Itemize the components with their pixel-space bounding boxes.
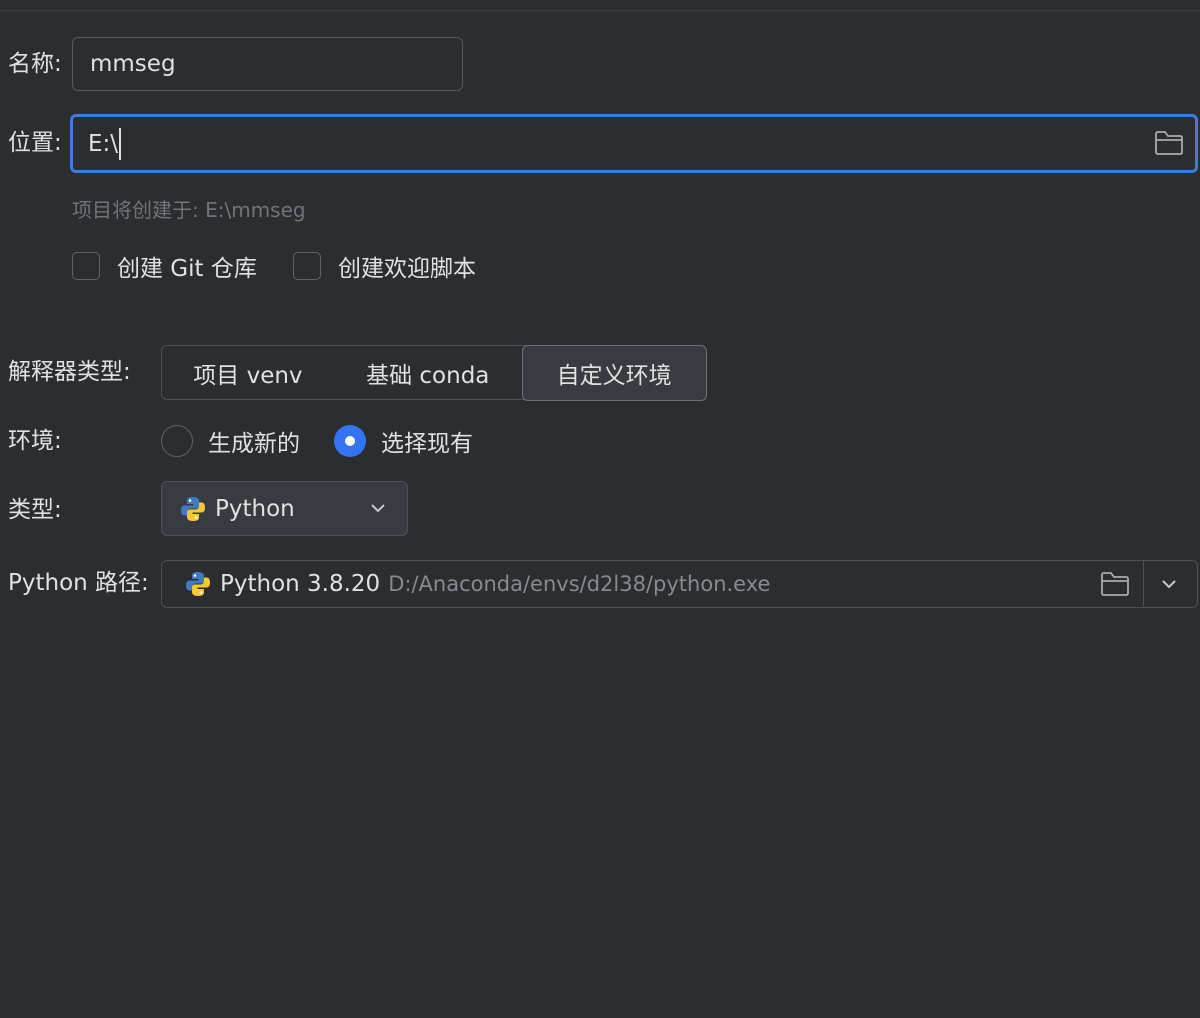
python-icon [181, 496, 205, 521]
python-executable-path: D:/Anaconda/envs/d2l38/python.exe [388, 572, 771, 596]
segment-base-conda[interactable]: 基础 conda [334, 346, 522, 399]
folder-icon[interactable] [1154, 130, 1184, 156]
checkbox-box[interactable] [72, 252, 100, 280]
name-label: 名称: [8, 51, 62, 77]
project-location-hint: 项目将创建于: E:\mmseg [72, 198, 306, 222]
radio-label: 生成新的 [208, 431, 300, 457]
create-git-checkbox[interactable]: 创建 Git 仓库 [72, 249, 257, 283]
interpreter-type-label: 解释器类型: [8, 359, 131, 385]
segment-custom-environment[interactable]: 自定义环境 [521, 344, 707, 401]
python-path-combo[interactable]: Python 3.8.20 D:/Anaconda/envs/d2l38/pyt… [161, 560, 1198, 608]
top-divider [0, 0, 1200, 11]
text-caret [119, 127, 122, 160]
radio-label: 选择现有 [381, 431, 473, 457]
type-dropdown[interactable]: Python [161, 481, 408, 536]
location-value: E:\ [88, 130, 119, 157]
interpreter-type-segmented: 项目 venv 基础 conda 自定义环境 [161, 344, 707, 401]
chevron-down-icon[interactable] [1161, 578, 1177, 590]
checkbox-label: 创建欢迎脚本 [338, 256, 476, 282]
radio-circle-checked[interactable] [334, 425, 366, 457]
radio-generate-new[interactable]: 生成新的 [161, 424, 300, 458]
divider [1143, 561, 1144, 606]
radio-select-existing[interactable]: 选择现有 [334, 424, 473, 458]
chevron-down-icon[interactable] [370, 502, 386, 514]
folder-icon[interactable] [1100, 571, 1130, 597]
location-field[interactable]: E:\ [70, 114, 1198, 173]
create-welcome-script-checkbox[interactable]: 创建欢迎脚本 [293, 249, 476, 283]
type-value: Python [215, 495, 295, 522]
name-field[interactable]: mmseg [72, 37, 463, 91]
location-label: 位置: [8, 130, 62, 156]
python-icon [186, 572, 210, 596]
checkbox-label: 创建 Git 仓库 [117, 256, 257, 282]
environment-label: 环境: [8, 428, 62, 454]
radio-circle[interactable] [161, 425, 193, 457]
type-label: 类型: [8, 497, 62, 523]
python-path-label: Python 路径: [8, 570, 149, 596]
python-version: Python 3.8.20 [220, 571, 381, 597]
segment-project-venv[interactable]: 项目 venv [162, 346, 334, 399]
checkbox-box[interactable] [293, 252, 321, 280]
name-value: mmseg [90, 51, 176, 77]
